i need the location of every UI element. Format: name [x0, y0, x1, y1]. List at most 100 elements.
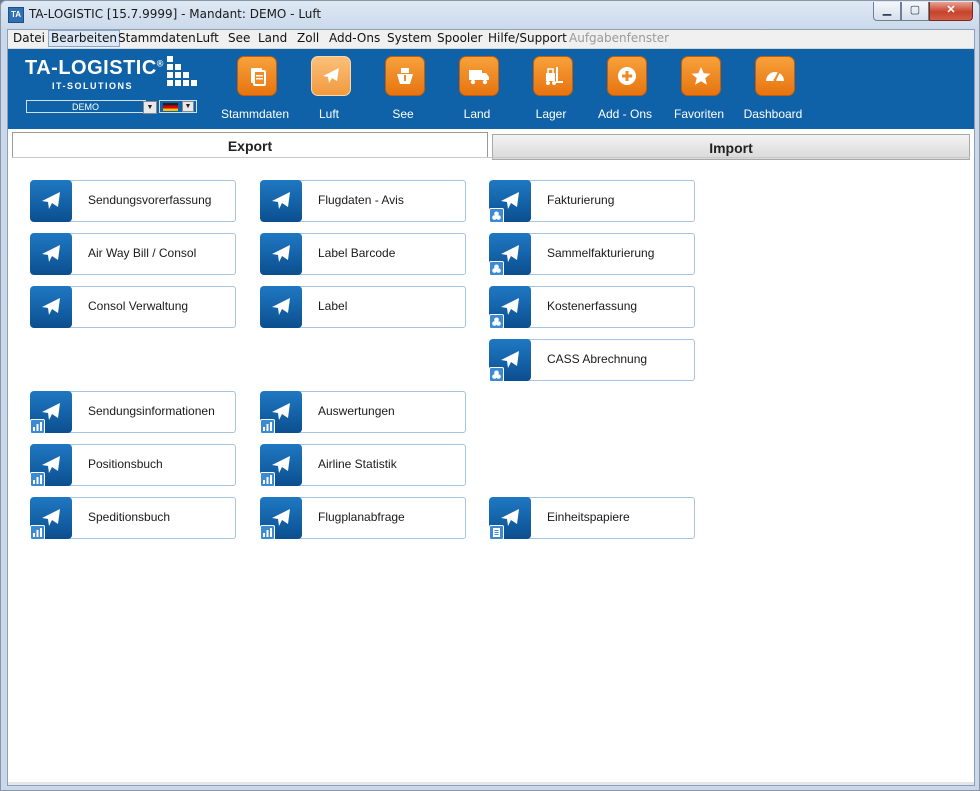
tile-einheitspapiere[interactable]: Einheitspapiere [489, 497, 695, 540]
airplane-icon [260, 233, 302, 275]
bar-chart-icon [30, 472, 45, 487]
tile-kostenerfassung[interactable]: Kostenerfassung [489, 286, 695, 329]
menu-hilfe-support[interactable]: Hilfe/Support [488, 31, 567, 46]
status-strip [8, 782, 974, 785]
german-flag-icon [163, 103, 178, 111]
tile-label: Speditionsbuch [88, 510, 171, 524]
bar-chart-icon [260, 525, 275, 540]
language-dropdown-arrow-icon[interactable]: ▼ [182, 101, 194, 112]
menu-system[interactable]: System [387, 31, 432, 46]
airplane-icon [311, 56, 351, 96]
menu-bar: Datei Bearbeiten Stammdaten Luft See Lan… [8, 30, 974, 49]
airplane-icon [30, 286, 72, 328]
application-window: TA TA-LOGISTIC [15.7.9999] - Mandant: DE… [0, 0, 980, 791]
coins-icon [489, 261, 504, 276]
menu-bearbeiten[interactable]: Bearbeiten [48, 30, 120, 47]
bar-chart-icon [30, 419, 45, 434]
coins-icon [489, 208, 504, 223]
window-controls: ▁ ▢ ✕ [873, 2, 973, 21]
tile-label: Airline Statistik [318, 457, 397, 471]
menu-luft[interactable]: Luft [196, 31, 219, 46]
tile-fakturierung[interactable]: Fakturierung [489, 180, 695, 223]
minimize-button[interactable]: ▁ [873, 2, 901, 21]
tile-label: Positionsbuch [88, 457, 163, 471]
tile-label: CASS Abrechnung [547, 352, 648, 366]
document-icon [489, 525, 504, 540]
tile-sendungsvorerfassung[interactable]: Sendungsvorerfassung [30, 180, 236, 222]
mandant-dropdown-arrow-icon[interactable]: ▼ [143, 101, 157, 114]
tile-label: Fakturierung [547, 193, 615, 207]
tile-airline-statistik[interactable]: Airline Statistik [260, 444, 466, 487]
tab-strip: Export Import [12, 132, 970, 160]
tile-positionsbuch[interactable]: Positionsbuch [30, 444, 236, 487]
coins-icon [489, 314, 504, 329]
menu-datei[interactable]: Datei [13, 31, 45, 46]
toolbar-favoriten-button[interactable]: Favoriten [664, 54, 734, 124]
tile-label: Sendungsvorerfassung [88, 193, 212, 207]
tab-divider [12, 157, 970, 158]
tile-sammelfakturierung[interactable]: Sammelfakturierung [489, 233, 695, 276]
tile-label: Consol Verwaltung [88, 299, 189, 313]
toolbar-land-button[interactable]: Land [442, 54, 512, 124]
logo-title: TA-LOGISTIC® [25, 57, 164, 79]
logo-panel: TA-LOGISTIC® IT-SOLUTIONS DEMO ▼ ▼ [16, 54, 202, 120]
airplane-icon [30, 180, 72, 222]
title-bar[interactable]: TA TA-LOGISTIC [15.7.9999] - Mandant: DE… [1, 1, 979, 28]
logo-squares-icon [167, 56, 203, 90]
menu-see[interactable]: See [228, 31, 250, 46]
mandant-value: DEMO [72, 102, 99, 112]
toolbar-luft-button[interactable]: Luft [294, 54, 364, 124]
tab-export[interactable]: Export [12, 132, 488, 157]
tile-label: Einheitspapiere [547, 510, 630, 524]
close-button[interactable]: ✕ [929, 2, 973, 21]
airplane-icon [30, 233, 72, 275]
ship-icon [385, 56, 425, 96]
tile-flugdaten-avis[interactable]: Flugdaten - Avis [260, 180, 466, 222]
logo-subtitle: IT-SOLUTIONS [52, 81, 133, 91]
tile-speditionsbuch[interactable]: Speditionsbuch [30, 497, 236, 540]
app-icon[interactable]: TA [8, 7, 24, 23]
ribbon-toolbar: TA-LOGISTIC® IT-SOLUTIONS DEMO ▼ ▼ Stamm… [8, 49, 974, 129]
menu-spooler[interactable]: Spooler [437, 31, 483, 46]
menu-zoll[interactable]: Zoll [297, 31, 319, 46]
menu-aufgabenfenster: Aufgabenfenster [569, 31, 670, 45]
tile-label: Auswertungen [318, 404, 395, 418]
maximize-button[interactable]: ▢ [901, 2, 929, 21]
toolbar-lager-button[interactable]: Lager [516, 54, 586, 124]
tile-cass-abrechnung[interactable]: CASS Abrechnung [489, 339, 695, 382]
toolbar-add-ons-button[interactable]: Add - Ons [590, 54, 660, 124]
tile-flugplanabfrage[interactable]: Flugplanabfrage [260, 497, 466, 540]
tile-label-barcode[interactable]: Label Barcode [260, 233, 466, 275]
plus-circle-icon [607, 56, 647, 96]
tile-label: Label Barcode [318, 246, 396, 260]
tile-frame [288, 286, 466, 328]
coins-icon [489, 367, 504, 382]
toolbar-dashboard-button[interactable]: Dashboard [738, 54, 808, 124]
tile-label: Air Way Bill / Consol [88, 246, 197, 260]
tile-label: Sendungsinformationen [88, 404, 215, 418]
truck-icon [459, 56, 499, 96]
tile-auswertungen[interactable]: Auswertungen [260, 391, 466, 434]
toolbar-see-button[interactable]: See [368, 54, 438, 124]
tile-consol-verwaltung[interactable]: Consol Verwaltung [30, 286, 236, 328]
tile-sendungsinformationen[interactable]: Sendungsinformationen [30, 391, 236, 434]
document-stack-icon [237, 56, 277, 96]
window-title: TA-LOGISTIC [15.7.9999] - Mandant: DEMO … [29, 7, 322, 21]
menu-add-ons[interactable]: Add-Ons [329, 31, 380, 46]
toolbar-stammdaten-button[interactable]: Stammdaten [220, 54, 290, 124]
airplane-icon [260, 286, 302, 328]
tile-label: Label [318, 299, 348, 313]
tile-label[interactable]: Label [260, 286, 466, 328]
client-area: Datei Bearbeiten Stammdaten Luft See Lan… [7, 29, 975, 786]
bar-chart-icon [260, 472, 275, 487]
bar-chart-icon [260, 419, 275, 434]
tile-label: Flugdaten - Avis [318, 193, 404, 207]
mandant-select[interactable]: DEMO [26, 100, 146, 113]
menu-land[interactable]: Land [258, 31, 287, 46]
star-icon [681, 56, 721, 96]
airplane-icon [260, 180, 302, 222]
language-select[interactable]: ▼ [159, 100, 197, 113]
forklift-icon [533, 56, 573, 96]
menu-stammdaten[interactable]: Stammdaten [118, 31, 196, 46]
tile-air-way-bill-consol[interactable]: Air Way Bill / Consol [30, 233, 236, 275]
